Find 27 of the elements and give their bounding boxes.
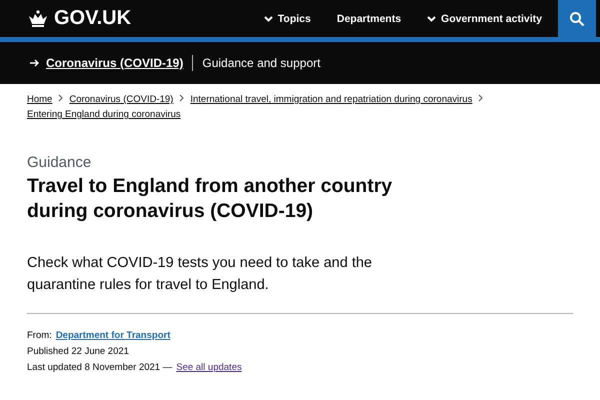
chevron-icon — [58, 94, 64, 102]
breadcrumb-link[interactable]: Home — [27, 94, 52, 105]
breadcrumb-link[interactable]: Coronavirus (COVID-19) — [69, 94, 174, 105]
page-title: Travel to England from another country during coronavirus (COVID-19) — [27, 174, 394, 224]
nav-link[interactable]: Government activity — [427, 12, 542, 24]
nav-link[interactable]: Departments — [336, 12, 402, 24]
breadcrumb-link[interactable]: Entering England during coronavirus — [27, 109, 181, 120]
page-summary: Check what COVID-19 tests you need to take and the quarantine rules for travel to England. — [27, 254, 373, 295]
updates-link[interactable]: See all updates — [176, 362, 242, 373]
search-icon — [569, 10, 585, 26]
topic-link[interactable]: Coronavirus (COVID-19) — [46, 56, 184, 70]
nav-link[interactable]: Topics — [264, 12, 311, 24]
breadcrumb-link[interactable]: International travel, immigration and repatriation during coronavirus — [190, 94, 472, 105]
site-logo[interactable]: GOV.UK — [54, 7, 132, 30]
page-caption: Guidance — [27, 154, 92, 171]
chevron-icon — [427, 16, 436, 22]
last-updated-date: Last updated 8 November 2021 — — [27, 362, 172, 373]
topic-subtitle: Guidance and support — [202, 56, 320, 70]
published-date: Published 22 June 2021 — [27, 346, 129, 357]
crown-icon — [27, 10, 49, 28]
search-button[interactable] — [558, 0, 596, 37]
from-label: From: — [27, 330, 52, 341]
arrow-icon — [30, 59, 40, 67]
chevron-icon — [478, 94, 484, 102]
chevron-icon — [264, 16, 273, 22]
chevron-icon — [179, 94, 184, 102]
department-link[interactable]: Department for Transport — [56, 330, 170, 341]
